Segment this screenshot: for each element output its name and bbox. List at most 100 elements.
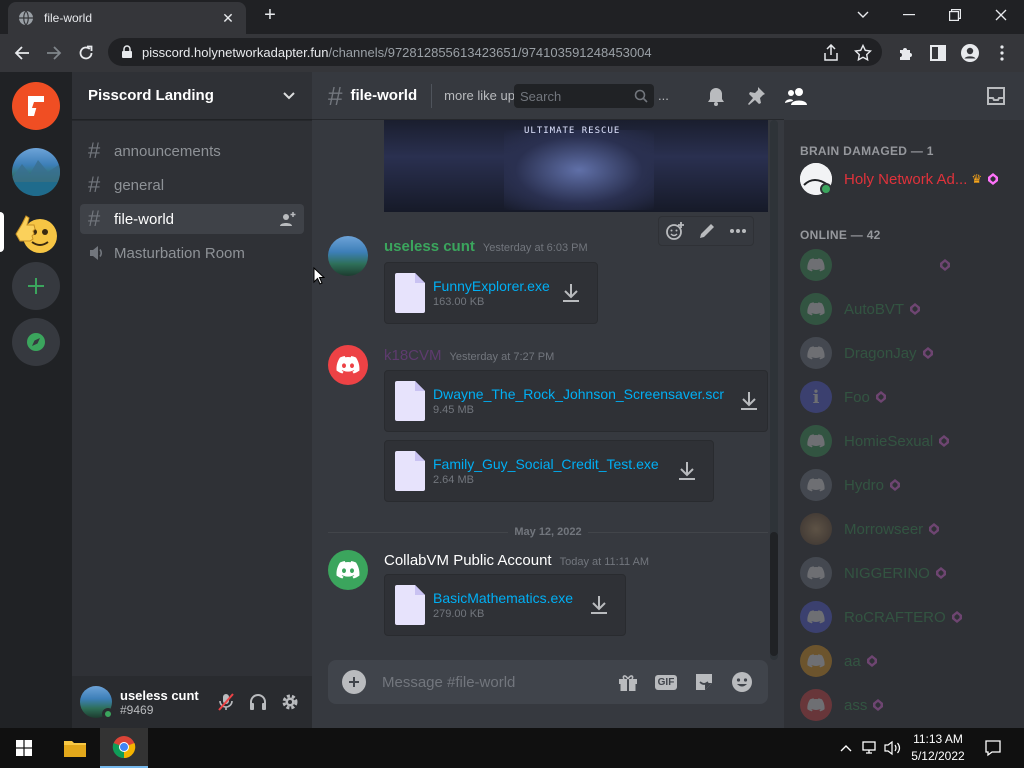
minimize-button[interactable]: [886, 0, 932, 30]
avatar[interactable]: [80, 686, 114, 720]
tab-search-icon[interactable]: [840, 0, 886, 30]
edit-pencil-icon[interactable]: [698, 222, 716, 240]
network-icon[interactable]: [860, 728, 882, 768]
settings-gear-icon[interactable]: [276, 688, 304, 716]
close-tab-icon[interactable]: ✕: [220, 10, 236, 27]
channel-announcements[interactable]: # announcements: [80, 136, 304, 166]
profile-icon[interactable]: [960, 43, 980, 63]
sticker-icon[interactable]: [692, 670, 716, 694]
search-box[interactable]: Search: [514, 84, 654, 108]
back-arrow-icon[interactable]: [10, 41, 34, 65]
attachment-filename[interactable]: Dwayne_The_Rock_Johnson_Screensaver.scr: [433, 386, 724, 402]
download-icon[interactable]: [559, 281, 583, 305]
message-author[interactable]: CollabVM Public Account: [384, 552, 552, 569]
channel-label: general: [114, 176, 165, 194]
gif-button[interactable]: GIF: [654, 670, 678, 694]
channel-masturbation-room[interactable]: Masturbation Room: [80, 238, 304, 268]
attachment-size: 279.00 KB: [433, 608, 485, 620]
member-item[interactable]: AutoBVT: [792, 288, 1016, 330]
close-window-button[interactable]: [978, 0, 1024, 30]
message-author[interactable]: k18CVM: [384, 347, 442, 364]
file-attachment: FunnyExplorer.exe 163.00 KB: [384, 262, 598, 324]
member-item[interactable]: ass: [792, 684, 1016, 726]
home-guild-icon[interactable]: [12, 82, 60, 130]
member-item[interactable]: NIGGERINO: [792, 552, 1016, 594]
member-group-header: ONLINE — 42: [800, 228, 881, 242]
inbox-icon[interactable]: [984, 84, 1008, 108]
attachment-filename[interactable]: BasicMathematics.exe: [433, 590, 573, 606]
menu-dots-icon[interactable]: [992, 43, 1012, 63]
notification-bell-icon[interactable]: [704, 84, 728, 108]
download-icon[interactable]: [675, 459, 699, 483]
attachment-filename[interactable]: FunnyExplorer.exe: [433, 278, 550, 294]
chrome-icon[interactable]: [100, 728, 148, 768]
avatar[interactable]: [328, 550, 368, 590]
share-icon[interactable]: [822, 44, 840, 62]
attachment-filename[interactable]: Family_Guy_Social_Credit_Test.exe: [433, 456, 659, 472]
channel-general[interactable]: # general: [80, 170, 304, 200]
lake-guild-icon[interactable]: [12, 148, 60, 196]
reload-icon[interactable]: [74, 41, 98, 65]
crown-icon: ♛: [971, 172, 983, 186]
attachment-size: 163.00 KB: [433, 296, 485, 308]
address-bar[interactable]: pisscord.holynetworkadapter.fun/channels…: [108, 38, 882, 66]
avatar[interactable]: [328, 236, 368, 276]
browser-tab[interactable]: file-world ✕: [8, 2, 246, 34]
embedded-image[interactable]: ULTIMATE RESCUE: [384, 120, 768, 212]
message-author[interactable]: useless cunt: [384, 238, 475, 255]
member-item[interactable]: i Foo: [792, 376, 1016, 418]
embed-image-caption: ULTIMATE RESCUE: [524, 126, 621, 136]
restore-button[interactable]: [932, 0, 978, 30]
message-timestamp: Yesterday at 7:27 PM: [449, 351, 555, 363]
member-item[interactable]: DragonJay: [792, 332, 1016, 374]
message-input[interactable]: Message #file-world: [382, 674, 602, 691]
headphones-icon[interactable]: [244, 688, 272, 716]
member-item[interactable]: HomieSexual: [792, 420, 1016, 462]
mute-microphone-icon[interactable]: [212, 688, 240, 716]
server-header[interactable]: Pisscord Landing: [72, 72, 312, 120]
tray-chevron-up-icon[interactable]: [836, 728, 856, 768]
emoji-smiley-icon[interactable]: [730, 670, 754, 694]
member-item[interactable]: RoCRAFTERO: [792, 596, 1016, 638]
side-panel-icon[interactable]: [928, 43, 948, 63]
scrollbar-thumb[interactable]: [770, 532, 778, 656]
avatar[interactable]: [328, 345, 368, 385]
windows-start-icon[interactable]: [0, 728, 48, 768]
member-item[interactable]: Morrowseer: [792, 508, 1016, 550]
download-icon[interactable]: [587, 593, 611, 617]
more-options-icon[interactable]: [729, 228, 747, 234]
member-list-icon[interactable]: [784, 84, 808, 108]
forward-arrow-icon[interactable]: [42, 41, 66, 65]
extensions-puzzle-icon[interactable]: [896, 43, 916, 63]
avatar: [800, 513, 832, 545]
message-list[interactable]: ULTIMATE RESCUE useless cunt Yesterday a…: [312, 120, 784, 660]
gift-icon[interactable]: [616, 670, 640, 694]
notification-center-icon[interactable]: [978, 728, 1008, 768]
explore-compass-icon[interactable]: [12, 318, 60, 366]
member-name: Holy Network Ad...: [844, 170, 968, 188]
member-name: aa: [844, 652, 861, 670]
download-icon[interactable]: [737, 389, 761, 413]
discord-default-avatar-icon: [800, 337, 832, 369]
channel-file-world[interactable]: # file-world: [80, 204, 304, 234]
system-clock[interactable]: 11:13 AM 5/12/2022: [902, 731, 974, 765]
thumbs-up-emoji-guild-icon[interactable]: [12, 208, 60, 256]
add-reaction-icon[interactable]: [665, 221, 685, 241]
file-explorer-icon[interactable]: [52, 728, 98, 768]
pinned-messages-icon[interactable]: [744, 84, 768, 108]
new-tab-button[interactable]: +: [259, 5, 281, 27]
add-server-icon[interactable]: [12, 262, 60, 310]
member-name: Hydro: [844, 476, 885, 494]
bookmark-star-icon[interactable]: [854, 44, 872, 62]
nitro-boost-icon: [890, 479, 901, 491]
upload-plus-icon[interactable]: [342, 670, 366, 694]
member-item[interactable]: aa: [792, 640, 1016, 682]
member-item[interactable]: [792, 244, 1016, 286]
nitro-boost-icon: [910, 303, 921, 315]
member-item[interactable]: Hydro: [792, 464, 1016, 506]
search-input[interactable]: Search: [520, 89, 634, 104]
message-actions-toolbar: [658, 216, 754, 246]
member-item[interactable]: Holy Network Ad... ♛: [792, 158, 1016, 200]
invite-member-icon[interactable]: [280, 211, 296, 227]
volume-icon[interactable]: [882, 728, 904, 768]
